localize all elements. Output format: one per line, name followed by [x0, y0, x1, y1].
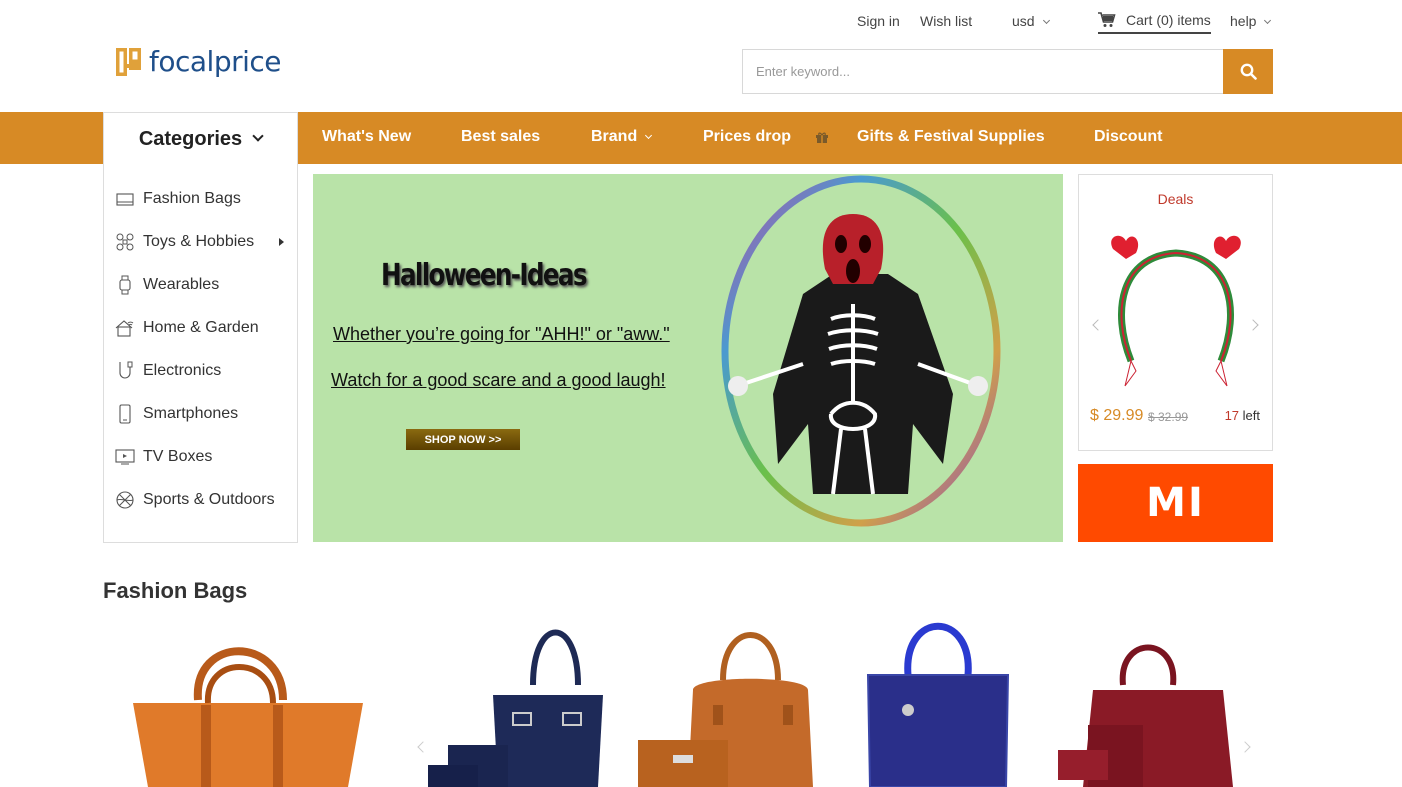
- nav-brand[interactable]: Brand: [591, 112, 653, 164]
- category-label: Sports & Outdoors: [143, 491, 275, 508]
- submenu-arrow-icon: [279, 238, 284, 246]
- logo[interactable]: focalprice: [116, 45, 282, 78]
- cart-label: Cart (0) items: [1126, 12, 1211, 28]
- bag-icon: [115, 189, 135, 209]
- nav-best-sales[interactable]: Best sales: [461, 112, 540, 164]
- banner-line-2: Watch for a good scare and a good laugh!: [331, 370, 666, 390]
- category-label: TV Boxes: [143, 448, 213, 465]
- chevron-down-icon: [252, 130, 264, 142]
- tv-icon: [115, 447, 135, 467]
- shop-now-button[interactable]: SHOP NOW >>: [406, 429, 520, 450]
- deal-stock: 17 left: [1225, 408, 1260, 423]
- search-bar: [742, 49, 1273, 94]
- sign-in-link[interactable]: Sign in: [857, 13, 900, 29]
- category-menu: [103, 164, 298, 543]
- category-label: Smartphones: [143, 405, 239, 422]
- product-carousel: [103, 615, 1273, 787]
- wish-list-link[interactable]: Wish list: [920, 13, 972, 29]
- halloween-costume-image: [721, 175, 1001, 527]
- logo-mark-icon: [116, 47, 141, 76]
- product-image-brown-set[interactable]: [638, 615, 828, 787]
- nav-gifts-festival[interactable]: Gifts & Festival Supplies: [857, 112, 1045, 164]
- nav-prices-drop[interactable]: Prices drop: [703, 112, 791, 164]
- phone-icon: [115, 404, 135, 424]
- currency-select[interactable]: usd: [1012, 13, 1050, 29]
- categories-label: Categories: [138, 127, 243, 150]
- deal-price: $ 29.99: [1090, 407, 1144, 424]
- home-icon: [115, 318, 135, 338]
- deals-title: Deals: [1157, 191, 1194, 207]
- deal-stock-label: left: [1242, 408, 1260, 423]
- drone-icon: [115, 232, 135, 252]
- search-input[interactable]: [742, 49, 1223, 94]
- gift-icon: [816, 132, 828, 143]
- chevron-down-icon: [1264, 16, 1272, 25]
- mi-logo: MI: [1146, 480, 1205, 526]
- section-title: Fashion Bags: [103, 578, 248, 603]
- category-smartphones[interactable]: Smartphones: [115, 402, 238, 426]
- banner-line-1: Whether you’re going for "AHH!" or "aww.…: [333, 324, 670, 344]
- cart-icon: [1098, 12, 1116, 27]
- category-home-garden[interactable]: Home & Garden: [115, 316, 259, 340]
- category-wearables[interactable]: Wearables: [115, 273, 219, 297]
- category-toys-hobbies[interactable]: Toys & Hobbies: [115, 230, 254, 254]
- nav-brand-label: Brand: [591, 128, 638, 145]
- deal-stock-count: 17: [1224, 408, 1240, 423]
- product-image-burgundy-set[interactable]: [1053, 615, 1253, 787]
- currency-value: usd: [1012, 13, 1035, 29]
- search-icon: [1240, 63, 1257, 80]
- chevron-down-icon: [645, 131, 653, 140]
- mi-brand-banner[interactable]: MI: [1078, 464, 1273, 542]
- deal-old-price: $ 32.99: [1148, 410, 1189, 424]
- product-image-navy-set[interactable]: [423, 615, 623, 787]
- watch-icon: [115, 275, 135, 295]
- ball-icon: [115, 490, 135, 510]
- chevron-down-icon: [1042, 16, 1050, 25]
- category-sports-outdoors[interactable]: Sports & Outdoors: [115, 488, 275, 512]
- cart-link[interactable]: Cart (0) items: [1098, 12, 1211, 34]
- deals-widget: Deals $ 29.99 $ 32.99 17 left: [1078, 174, 1273, 451]
- cable-icon: [115, 361, 135, 381]
- nav-discount[interactable]: Discount: [1094, 112, 1162, 164]
- category-label: Electronics: [143, 362, 222, 379]
- category-label: Fashion Bags: [143, 190, 241, 207]
- banner-headline: Halloween-Ideas: [381, 258, 588, 293]
- deal-product-image[interactable]: [1101, 231, 1251, 391]
- nav-whats-new[interactable]: What's New: [322, 112, 411, 164]
- logo-text: focalprice: [149, 45, 282, 78]
- category-fashion-bags[interactable]: Fashion Bags: [115, 187, 241, 211]
- categories-button[interactable]: Categories: [103, 112, 298, 165]
- category-label: Toys & Hobbies: [143, 233, 255, 250]
- category-tv-boxes[interactable]: TV Boxes: [115, 445, 212, 469]
- category-electronics[interactable]: Electronics: [115, 359, 221, 383]
- product-image-orange-tote[interactable]: [123, 615, 383, 787]
- product-image-blue-snake-tote[interactable]: [858, 615, 1018, 787]
- category-label: Wearables: [143, 276, 220, 293]
- help-label: help: [1230, 13, 1257, 29]
- halloween-banner[interactable]: Halloween-Ideas Whether you’re going for…: [313, 174, 1063, 542]
- help-menu[interactable]: help: [1230, 13, 1272, 29]
- search-button[interactable]: [1223, 49, 1273, 94]
- category-label: Home & Garden: [143, 319, 259, 336]
- top-links: Sign in Wish list usd Cart (0) items hel…: [0, 12, 1402, 37]
